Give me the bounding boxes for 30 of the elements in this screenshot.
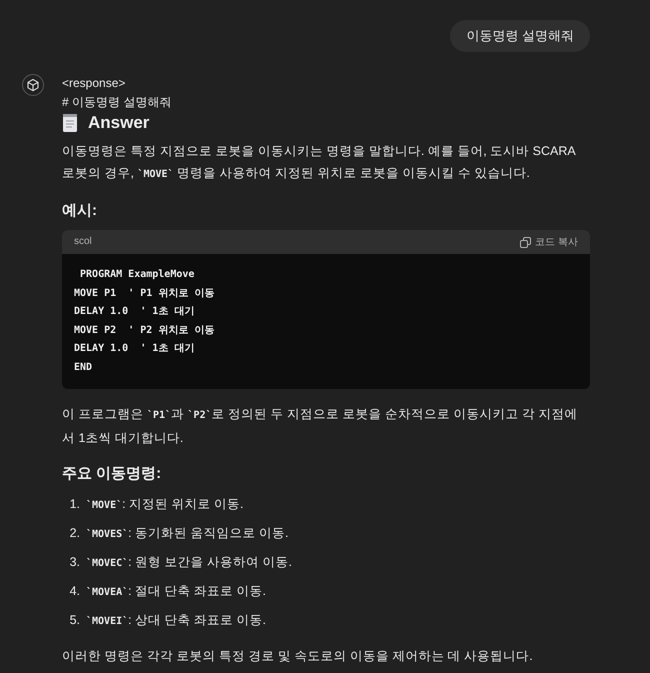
list-number: 2. <box>68 525 80 542</box>
command-item: `MOVE`: 지정된 위치로 이동. <box>86 496 244 513</box>
code-line: MOVE P2 ' P2 위치로 이동 <box>74 324 216 338</box>
code-line: DELAY 1.0 ' 1초 대기 <box>74 342 196 356</box>
heading-line: # 이동명령 설명해줘 <box>62 94 172 111</box>
command-item: `MOVEA`: 절대 단축 좌표로 이동. <box>86 583 266 600</box>
intro-paragraph: 이동명령은 특정 지점으로 로봇을 이동시키는 명령을 말합니다. 예를 들어, 도시바 SCARA 로봇의 경우, `MOVE` 명령을 사용하여 지정된 위치로 로봇을 이동시킬 수 있습니다. <box>62 143 576 182</box>
explanation-paragraph: 이 프로그램은 `P1`과 `P2`로 정의된 두 지점으로 로봇을 순차적으로 이동시키고 각 지점에서 1초씩 대기합니다. <box>62 406 578 447</box>
list-number: 3. <box>68 554 80 571</box>
code-line: END <box>74 360 94 374</box>
copy-icon <box>520 236 532 248</box>
code-line: MOVE P1 ' P1 위치로 이동 <box>74 286 216 300</box>
response-tag: <response> <box>62 74 590 93</box>
command-item: `MOVEI`: 상대 단축 좌표로 이동. <box>86 612 266 629</box>
answer-title: Answer <box>88 112 150 134</box>
notepad-icon <box>62 113 78 133</box>
command-item: `MOVEC`: 원형 보간을 사용하여 이동. <box>86 554 292 571</box>
list-number: 5. <box>68 612 80 629</box>
list-number: 4. <box>68 583 80 600</box>
code-language: scol <box>74 235 92 249</box>
example-heading: 예시: <box>62 201 98 221</box>
code-line: PROGRAM ExampleMove <box>79 268 196 282</box>
command-item: `MOVES`: 동기화된 움직임으로 이동. <box>86 525 289 542</box>
cube-icon <box>22 74 44 96</box>
copy-code-button[interactable]: 코드 복사 <box>520 235 578 249</box>
user-message: 이동명령 설명해줘 <box>450 20 590 52</box>
closing-paragraph: 이러한 명령은 각각 로봇의 특정 경로 및 속도로의 이동을 제어하는 데 사용됩니다. <box>62 648 534 665</box>
commands-heading: 주요 이동명령: <box>62 464 162 484</box>
code-line: DELAY 1.0 ' 1초 대기 <box>74 305 196 319</box>
list-number: 1. <box>68 496 80 513</box>
